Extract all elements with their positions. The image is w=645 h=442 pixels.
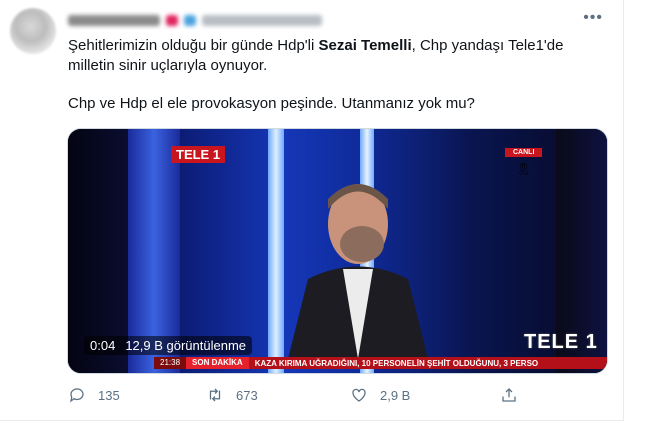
reply-count: 135 [98,387,120,403]
avatar[interactable] [10,8,56,54]
more-options-button[interactable]: ••• [583,9,603,27]
handle-blurred[interactable] [202,14,322,26]
tele1-logo-bottom: TELE 1 [524,331,598,353]
news-ticker: 21:38 SON DAKİKA KAZA KIRIMA UĞRADIĞINI,… [154,357,607,369]
video-info-overlay: 0:04 12,9 B görüntülenme [84,336,253,355]
view-count: 12,9 B görüntülenme [125,338,247,353]
tweet-line-2: milletin sinir uçlarıyla oynuyor. [68,57,268,74]
emoji-blurred [166,14,178,26]
action-bar: 135 673 2,9 B [68,383,528,407]
tweet-text-bold: Sezai Temelli [318,37,412,54]
video-time: 0:04 [90,338,116,353]
share-icon [502,388,516,402]
reply-button[interactable]: 135 [68,386,120,404]
tweet-text: Şehitlerimizin olduğu bir günde Hdp'li S… [68,36,608,114]
speaker-figure [288,184,428,359]
ribbon-icon: 🎗 [516,162,532,176]
retweet-button[interactable]: 673 [206,386,258,404]
retweet-icon [209,388,221,402]
tweet-line-1: Şehitlerimizin olduğu bir günde Hdp'li S… [68,36,608,56]
heart-icon [352,388,366,402]
tweet-line-3: Chp ve Hdp el ele provokasyon peşinde. U… [68,95,475,112]
more-horizontal-icon: ••• [583,9,603,26]
tweet-card[interactable]: ••• Şehitlerimizin olduğu bir günde Hdp'… [0,0,624,421]
ticker-clock: 21:38 [154,357,187,369]
live-badge: CANLI [505,148,543,157]
ticker-text: KAZA KIRIMA UĞRADIĞINI, 10 PERSONELİN ŞE… [254,358,539,368]
retweet-count: 673 [236,387,258,403]
like-count: 2,9 B [380,387,411,403]
like-button[interactable]: 2,9 B [350,386,410,404]
tweet-header [68,10,322,30]
video-player[interactable]: TELE 1 CANLI 🎗 TELE 1 21:38 SON DAKİKA K… [67,128,608,374]
reply-icon [70,388,84,403]
tweet-text-part: Şehitlerimizin olduğu bir günde Hdp'li [68,37,319,54]
ticker-tag: SON DAKİKA [186,357,249,369]
tweet-text-part: , Chp yandaşı Tele1'de [411,37,564,54]
tele1-logo: TELE 1 [171,146,226,163]
share-button[interactable] [500,386,518,404]
emoji-blurred-2 [184,14,196,26]
author-name-blurred[interactable] [68,14,160,26]
